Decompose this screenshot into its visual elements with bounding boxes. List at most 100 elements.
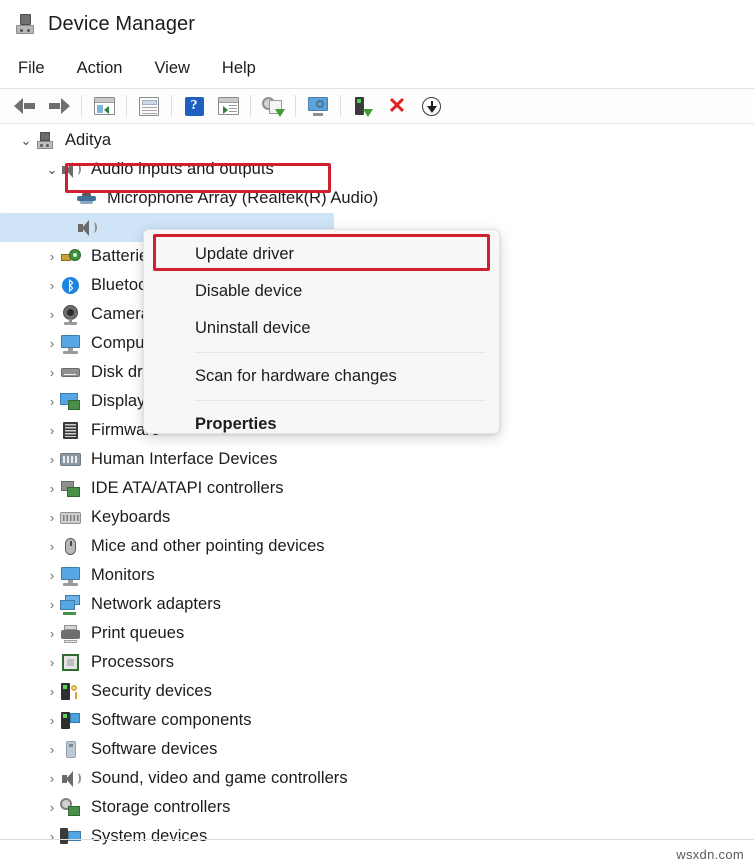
tree-item-label: Audio inputs and outputs [91,160,274,178]
update-driver-icon[interactable] [256,91,290,121]
download-icon[interactable] [414,91,448,121]
chevron-down-icon[interactable]: ⌄ [18,134,34,147]
tree-item-software-devices[interactable]: › Software devices [0,735,754,764]
tree-item-mice-and-other-pointing-devices[interactable]: › Mice and other pointing devices [0,532,754,561]
tree-item-microphone-array[interactable]: Microphone Array (Realtek(R) Audio) [0,184,754,213]
chevron-right-icon[interactable]: › [44,395,60,408]
disable-device-icon[interactable] [346,91,380,121]
context-menu[interactable]: Update driver Disable device Uninstall d… [143,229,500,434]
chevron-right-icon[interactable]: › [44,337,60,350]
chevron-right-icon[interactable]: › [44,656,60,669]
chevron-right-icon[interactable]: › [44,511,60,524]
context-menu-item-properties[interactable]: Properties [144,406,499,433]
watermark: wsxdn.com [676,847,744,862]
tree-item-network-adapters[interactable]: › Network adapters [0,590,754,619]
bluetooth-icon: ᛒ [60,276,82,296]
chevron-right-icon[interactable]: › [44,540,60,553]
show-hide-action-pane-icon[interactable] [211,91,245,121]
chevron-right-icon[interactable]: › [44,598,60,611]
tree-item-label: Human Interface Devices [91,450,278,468]
monitor-icon [60,334,82,354]
tree-item-label: Print queues [91,624,185,642]
chevron-right-icon[interactable]: › [44,801,60,814]
tree-item-monitors[interactable]: › Monitors [0,561,754,590]
help-icon[interactable]: ? [177,91,211,121]
context-menu-item-disable-device[interactable]: Disable device [144,273,499,310]
chevron-right-icon[interactable]: › [44,279,60,292]
tree-item-security-devices[interactable]: › Security devices [0,677,754,706]
tree-item-label: Aditya [65,131,112,149]
scan-hardware-changes-icon[interactable] [301,91,335,121]
chevron-right-icon[interactable]: › [44,772,60,785]
speaker-icon [60,160,82,180]
chevron-right-icon[interactable]: › [44,743,60,756]
speaker-icon [60,769,82,789]
display-adapter-icon [60,392,82,412]
tree-item-label: Microphone Array (Realtek(R) Audio) [107,189,379,207]
uninstall-device-icon[interactable]: ✕ [380,91,414,121]
tree-item-label: Storage controllers [91,798,231,816]
battery-icon [60,247,82,267]
tree-item-system-devices[interactable]: › System devices [0,822,754,851]
chevron-right-icon[interactable]: › [44,685,60,698]
storage-controller-icon [60,797,82,818]
context-menu-item-uninstall-device[interactable]: Uninstall device [144,310,499,347]
chevron-right-icon[interactable]: › [44,830,60,843]
chevron-right-icon[interactable]: › [44,250,60,263]
chevron-right-icon[interactable]: › [44,366,60,379]
tree-item-aditya[interactable]: ⌄ Aditya [0,126,754,155]
device-manager-icon [14,13,36,35]
context-menu-item-scan-for-hardware-changes[interactable]: Scan for hardware changes [144,358,499,395]
bottom-divider [0,839,754,840]
menu-item-help[interactable]: Help [222,59,256,78]
software-component-icon [60,711,82,731]
menu-item-action[interactable]: Action [77,59,123,78]
chevron-right-icon[interactable]: › [44,453,60,466]
tree-item-processors[interactable]: › Processors [0,648,754,677]
speaker-icon [76,218,98,238]
chevron-right-icon[interactable]: › [44,714,60,727]
chevron-down-icon[interactable]: ⌄ [44,163,60,176]
tree-item-label: Processors [91,653,175,671]
toolbar-separator [81,95,82,117]
monitor-icon [60,566,82,586]
chevron-right-icon[interactable]: › [44,424,60,437]
forward-arrow-icon[interactable] [42,91,76,121]
tree-item-ide-ata-atapi-controllers[interactable]: › IDE ATA/ATAPI controllers [0,474,754,503]
tree-item-storage-controllers[interactable]: › Storage controllers [0,793,754,822]
tree-item-human-interface-devices[interactable]: › Human Interface Devices [0,445,754,474]
tree-item-label: Mice and other pointing devices [91,537,325,555]
tree-item-label: Sound, video and game controllers [91,769,348,787]
tree-item-label: Network adapters [91,595,222,613]
menu-item-file[interactable]: File [18,59,45,78]
chevron-right-icon[interactable]: › [44,627,60,640]
software-device-icon [60,740,82,760]
menu-bar: File Action View Help [0,52,754,84]
tree-item-software-components[interactable]: › Software components [0,706,754,735]
ide-controller-icon [60,479,82,499]
properties-icon[interactable] [132,91,166,121]
context-menu-item-update-driver[interactable]: Update driver [144,236,499,273]
security-device-icon [60,682,82,702]
tree-item-label: IDE ATA/ATAPI controllers [91,479,284,497]
firmware-icon [60,421,82,441]
toolbar-separator [250,95,251,117]
title-bar: Device Manager [0,0,754,48]
menu-item-view[interactable]: View [154,59,189,78]
tree-item-print-queues[interactable]: › Print queues [0,619,754,648]
tree-item-keyboards[interactable]: › Keyboards [0,503,754,532]
chevron-right-icon[interactable]: › [44,569,60,582]
tree-item-label: System devices [91,827,208,845]
tree-item-label: Software components [91,711,252,729]
show-hide-console-tree-icon[interactable] [87,91,121,121]
chevron-right-icon[interactable]: › [44,482,60,495]
hid-icon [60,450,82,470]
tree-item-sound-video-and-game-controllers[interactable]: › Sound, video and game controllers [0,764,754,793]
tree-item-audio-inputs-and-outputs[interactable]: ⌄ Audio inputs and outputs [0,155,754,184]
chevron-right-icon[interactable]: › [44,308,60,321]
tree-item-universal-serial-bus-controllers[interactable]: › Universal Serial Bus controllers [0,851,754,852]
system-device-icon [60,827,82,847]
network-adapter-icon [60,594,82,615]
back-arrow-icon[interactable] [8,91,42,121]
toolbar-separator [171,95,172,117]
